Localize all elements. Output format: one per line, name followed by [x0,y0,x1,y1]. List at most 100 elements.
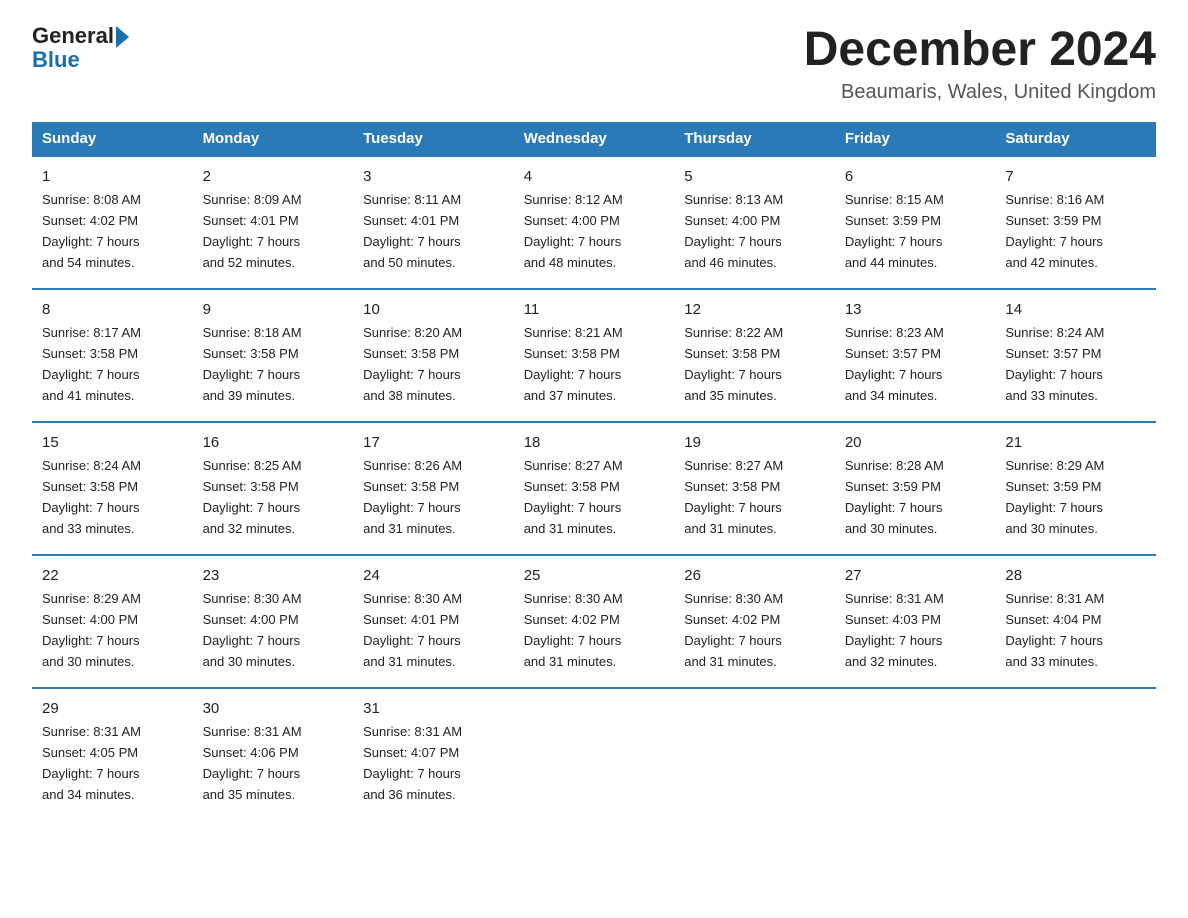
day-number: 24 [363,564,504,587]
day-number: 15 [42,431,183,454]
day-info: Sunrise: 8:30 AMSunset: 4:01 PMDaylight:… [363,591,462,669]
calendar-cell [995,688,1156,820]
logo-arrow-icon [116,26,129,48]
calendar-cell: 5 Sunrise: 8:13 AMSunset: 4:00 PMDaylight… [674,156,835,289]
day-info: Sunrise: 8:24 AMSunset: 3:58 PMDaylight:… [42,458,141,536]
day-info: Sunrise: 8:23 AMSunset: 3:57 PMDaylight:… [845,325,944,403]
day-number: 23 [203,564,344,587]
calendar-cell: 4Sunrise: 8:12 AMSunset: 4:00 PMDaylight… [514,156,675,289]
day-number: 30 [203,697,344,720]
calendar-cell: 8 Sunrise: 8:17 AMSunset: 3:58 PMDaylight… [32,289,193,422]
calendar-week-row: 1Sunrise: 8:08 AMSunset: 4:02 PMDaylight… [32,156,1156,289]
day-number: 13 [845,298,986,321]
day-info: Sunrise: 8:15 AMSunset: 3:59 PMDaylight:… [845,192,944,270]
day-info: Sunrise: 8:30 AMSunset: 4:00 PMDaylight:… [203,591,302,669]
calendar-cell: 24 Sunrise: 8:30 AMSunset: 4:01 PMDayligh… [353,555,514,688]
month-title: December 2024 [804,24,1156,77]
day-info: Sunrise: 8:09 AMSunset: 4:01 PMDaylight:… [203,192,302,270]
logo-general-text: General [32,23,114,48]
calendar-cell: 10Sunrise: 8:20 AMSunset: 3:58 PMDayligh… [353,289,514,422]
calendar-cell: 30 Sunrise: 8:31 AMSunset: 4:06 PMDayligh… [193,688,354,820]
day-info: Sunrise: 8:17 AMSunset: 3:58 PMDaylight:… [42,325,141,403]
calendar-cell [835,688,996,820]
day-info: Sunrise: 8:31 AMSunset: 4:06 PMDaylight:… [203,724,302,802]
header-row: Sunday Monday Tuesday Wednesday Thursday… [32,122,1156,156]
calendar-cell: 1Sunrise: 8:08 AMSunset: 4:02 PMDaylight… [32,156,193,289]
calendar-cell [514,688,675,820]
day-info: Sunrise: 8:16 AMSunset: 3:59 PMDaylight:… [1005,192,1104,270]
day-number: 10 [363,298,504,321]
day-number: 21 [1005,431,1146,454]
day-number: 29 [42,697,183,720]
calendar-cell: 6 Sunrise: 8:15 AMSunset: 3:59 PMDaylight… [835,156,996,289]
day-number: 12 [684,298,825,321]
calendar-cell: 16 Sunrise: 8:25 AMSunset: 3:58 PMDayligh… [193,422,354,555]
calendar-cell: 21 Sunrise: 8:29 AMSunset: 3:59 PMDayligh… [995,422,1156,555]
calendar-cell: 23 Sunrise: 8:30 AMSunset: 4:00 PMDayligh… [193,555,354,688]
logo-general-line: General [32,24,129,48]
day-info: Sunrise: 8:13 AMSunset: 4:00 PMDaylight:… [684,192,783,270]
calendar-cell: 29 Sunrise: 8:31 AMSunset: 4:05 PMDayligh… [32,688,193,820]
day-number: 3 [363,165,504,188]
day-info: Sunrise: 8:31 AMSunset: 4:04 PMDaylight:… [1005,591,1104,669]
day-info: Sunrise: 8:30 AMSunset: 4:02 PMDaylight:… [524,591,623,669]
col-tuesday: Tuesday [353,122,514,156]
title-section: December 2024 Beaumaris, Wales, United K… [804,24,1156,104]
day-number: 8 [42,298,183,321]
calendar-cell: 18 Sunrise: 8:27 AMSunset: 3:58 PMDayligh… [514,422,675,555]
day-number: 27 [845,564,986,587]
day-number: 18 [524,431,665,454]
calendar-cell: 13 Sunrise: 8:23 AMSunset: 3:57 PMDayligh… [835,289,996,422]
calendar-cell: 9Sunrise: 8:18 AMSunset: 3:58 PMDaylight… [193,289,354,422]
day-info: Sunrise: 8:31 AMSunset: 4:03 PMDaylight:… [845,591,944,669]
day-number: 20 [845,431,986,454]
day-info: Sunrise: 8:30 AMSunset: 4:02 PMDaylight:… [684,591,783,669]
day-number: 25 [524,564,665,587]
day-number: 19 [684,431,825,454]
day-number: 7 [1005,165,1146,188]
day-info: Sunrise: 8:29 AMSunset: 4:00 PMDaylight:… [42,591,141,669]
calendar-cell [674,688,835,820]
calendar-week-row: 15 Sunrise: 8:24 AMSunset: 3:58 PMDayligh… [32,422,1156,555]
calendar-body: 1Sunrise: 8:08 AMSunset: 4:02 PMDaylight… [32,156,1156,820]
day-number: 26 [684,564,825,587]
day-number: 4 [524,165,665,188]
calendar-cell: 11Sunrise: 8:21 AMSunset: 3:58 PMDayligh… [514,289,675,422]
calendar-cell: 25 Sunrise: 8:30 AMSunset: 4:02 PMDayligh… [514,555,675,688]
day-number: 5 [684,165,825,188]
calendar-cell: 27 Sunrise: 8:31 AMSunset: 4:03 PMDayligh… [835,555,996,688]
day-info: Sunrise: 8:31 AMSunset: 4:05 PMDaylight:… [42,724,141,802]
day-number: 1 [42,165,183,188]
calendar-cell: 14Sunrise: 8:24 AMSunset: 3:57 PMDayligh… [995,289,1156,422]
day-number: 9 [203,298,344,321]
col-friday: Friday [835,122,996,156]
calendar-cell: 19 Sunrise: 8:27 AMSunset: 3:58 PMDayligh… [674,422,835,555]
calendar-cell: 26 Sunrise: 8:30 AMSunset: 4:02 PMDayligh… [674,555,835,688]
col-wednesday: Wednesday [514,122,675,156]
logo-blue-text: Blue [32,47,80,72]
logo: General Blue [32,24,129,72]
calendar-cell: 3Sunrise: 8:11 AMSunset: 4:01 PMDaylight… [353,156,514,289]
day-number: 14 [1005,298,1146,321]
day-info: Sunrise: 8:27 AMSunset: 3:58 PMDaylight:… [684,458,783,536]
col-monday: Monday [193,122,354,156]
day-info: Sunrise: 8:29 AMSunset: 3:59 PMDaylight:… [1005,458,1104,536]
day-number: 6 [845,165,986,188]
day-number: 16 [203,431,344,454]
col-saturday: Saturday [995,122,1156,156]
calendar-cell: 20Sunrise: 8:28 AMSunset: 3:59 PMDayligh… [835,422,996,555]
day-number: 11 [524,298,665,321]
calendar-header: Sunday Monday Tuesday Wednesday Thursday… [32,122,1156,156]
day-info: Sunrise: 8:25 AMSunset: 3:58 PMDaylight:… [203,458,302,536]
day-info: Sunrise: 8:27 AMSunset: 3:58 PMDaylight:… [524,458,623,536]
calendar-table: Sunday Monday Tuesday Wednesday Thursday… [32,122,1156,820]
calendar-cell: 31Sunrise: 8:31 AMSunset: 4:07 PMDayligh… [353,688,514,820]
calendar-cell: 12Sunrise: 8:22 AMSunset: 3:58 PMDayligh… [674,289,835,422]
calendar-cell: 15 Sunrise: 8:24 AMSunset: 3:58 PMDayligh… [32,422,193,555]
location-label: Beaumaris, Wales, United Kingdom [804,81,1156,104]
calendar-cell: 28Sunrise: 8:31 AMSunset: 4:04 PMDayligh… [995,555,1156,688]
col-sunday: Sunday [32,122,193,156]
day-info: Sunrise: 8:26 AMSunset: 3:58 PMDaylight:… [363,458,462,536]
calendar-cell: 17Sunrise: 8:26 AMSunset: 3:58 PMDayligh… [353,422,514,555]
calendar-week-row: 22Sunrise: 8:29 AMSunset: 4:00 PMDayligh… [32,555,1156,688]
